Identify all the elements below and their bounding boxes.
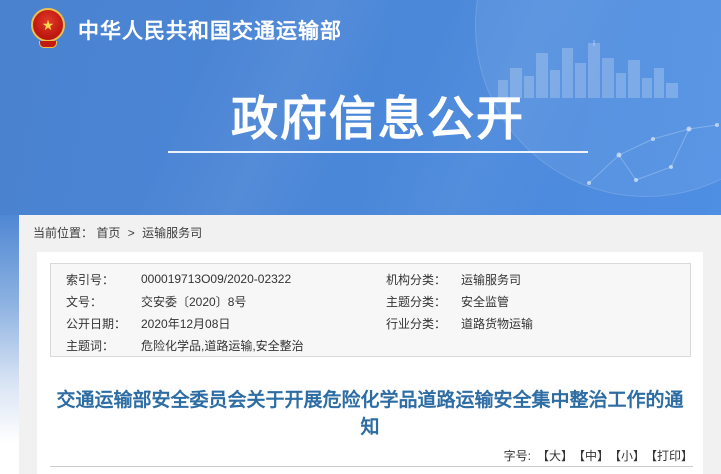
table-row: 主题词： 危险化学品,道路运输,安全整治 [51, 334, 690, 356]
article-title: 交通运输部安全委员会关于开展危险化学品道路运输安全集中整治工作的通知 [50, 387, 690, 441]
org-category-value: 运输服务司 [461, 271, 521, 288]
index-number-value: 000019713O09/2020-02322 [141, 272, 291, 286]
document-card: 索引号： 000019713O09/2020-02322 机构分类： 运输服务司… [37, 252, 703, 474]
doc-number-value: 交安委〔2020〕8号 [141, 293, 246, 310]
emblem-star-icon: ★ [42, 18, 55, 32]
breadcrumb-current-link[interactable]: 运输服务司 [142, 226, 202, 240]
publish-date-value: 2020年12月08日 [141, 315, 230, 332]
breadcrumb: 当前位置： 首页 > 运输服务司 [33, 224, 202, 241]
keywords-value: 危险化学品,道路运输,安全整治 [141, 337, 304, 354]
breadcrumb-home-link[interactable]: 首页 [96, 226, 120, 240]
doc-number-field: 文号： 交安委〔2020〕8号 [51, 293, 386, 310]
industry-category-field: 行业分类： 道路货物运输 [386, 315, 690, 332]
constellation-decoration [581, 55, 721, 205]
keywords-field: 主题词： 危险化学品,道路运输,安全整治 [51, 337, 386, 354]
topic-category-field: 主题分类： 安全监管 [386, 293, 690, 310]
org-category-label: 机构分类： [386, 271, 461, 288]
font-medium-button[interactable]: 【中】 [579, 449, 609, 463]
publish-date-label: 公开日期： [66, 315, 141, 332]
content-panel: 当前位置： 首页 > 运输服务司 索引号： 000019713O09/2020-… [19, 215, 721, 474]
banner-title-underline [168, 151, 588, 153]
topic-category-value: 安全监管 [461, 293, 509, 310]
banner-title: 政府信息公开 [168, 90, 588, 148]
national-emblem-icon: ★ [30, 8, 66, 52]
font-large-button[interactable]: 【大】 [537, 449, 573, 463]
industry-category-label: 行业分类： [386, 315, 461, 332]
left-gradient-decoration [0, 215, 19, 474]
print-button[interactable]: 【打印】 [651, 449, 693, 463]
index-number-field: 索引号： 000019713O09/2020-02322 [51, 271, 386, 288]
org-category-field: 机构分类： 运输服务司 [386, 271, 690, 288]
font-size-toolbar: 字号: 【大】【中】【小】【打印】 [504, 447, 693, 464]
font-size-label: 字号: [504, 449, 531, 463]
industry-category-value: 道路货物运输 [461, 315, 533, 332]
table-row: 文号： 交安委〔2020〕8号 主题分类： 安全监管 [51, 290, 690, 312]
metadata-table: 索引号： 000019713O09/2020-02322 机构分类： 运输服务司… [50, 263, 691, 357]
breadcrumb-label: 当前位置： [33, 226, 93, 240]
keywords-label: 主题词： [66, 337, 141, 354]
table-row: 索引号： 000019713O09/2020-02322 机构分类： 运输服务司 [51, 268, 690, 290]
index-number-label: 索引号： [66, 271, 141, 288]
breadcrumb-separator-icon: > [128, 226, 135, 240]
site-banner: ★ 中华人民共和国交通运输部 政府信息公开 [0, 0, 721, 215]
doc-number-label: 文号： [66, 293, 141, 310]
publish-date-field: 公开日期： 2020年12月08日 [51, 315, 386, 332]
site-name-link[interactable]: 中华人民共和国交通运输部 [78, 15, 342, 45]
government-header-bar: ★ 中华人民共和国交通运输部 [30, 6, 342, 54]
topic-category-label: 主题分类： [386, 293, 461, 310]
font-small-button[interactable]: 【小】 [615, 449, 645, 463]
horizontal-divider [50, 466, 693, 467]
table-row: 公开日期： 2020年12月08日 行业分类： 道路货物运输 [51, 312, 690, 334]
